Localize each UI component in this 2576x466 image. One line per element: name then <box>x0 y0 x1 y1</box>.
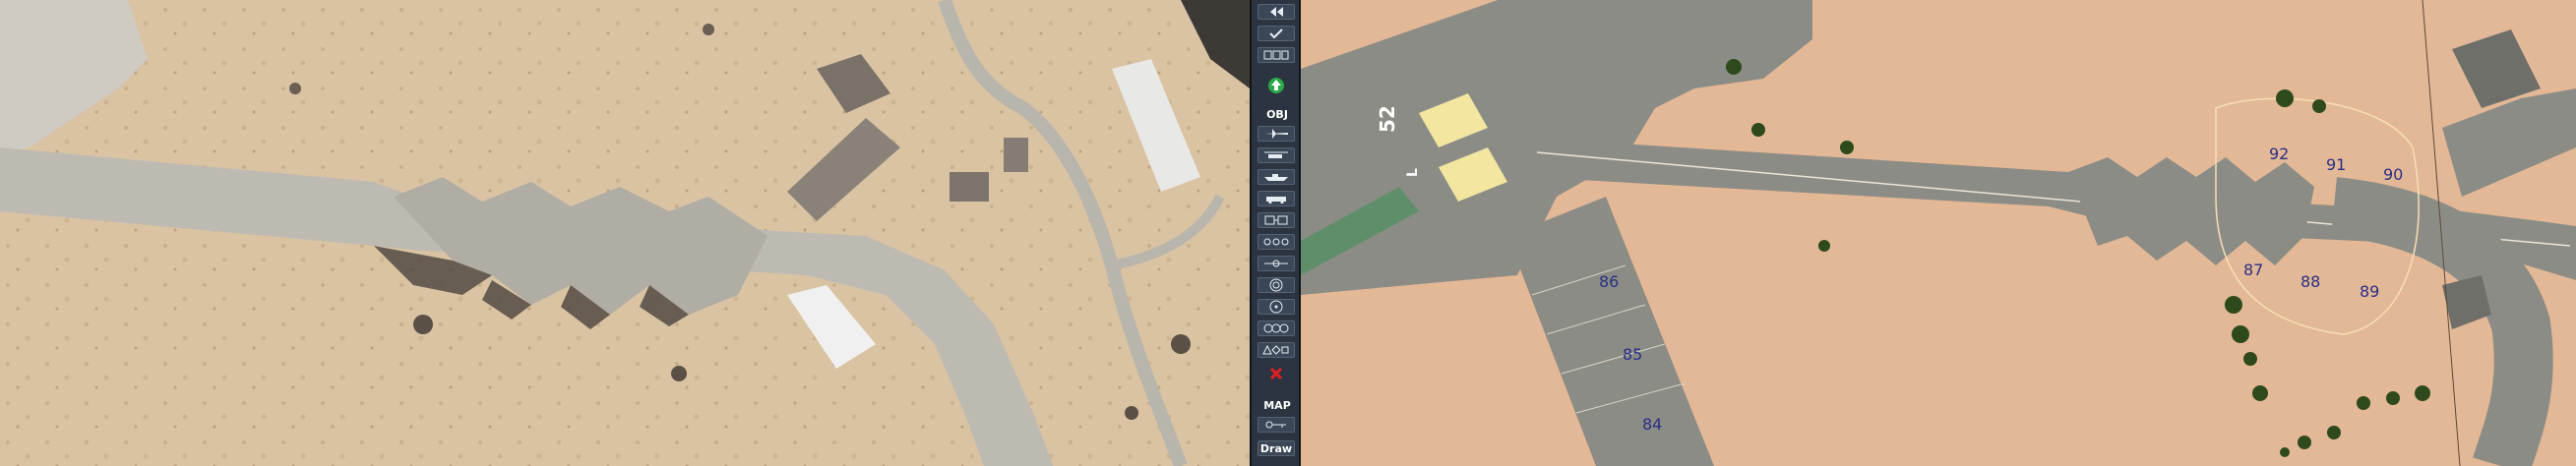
waypoint-icon <box>1264 260 1288 267</box>
up-arrow-icon <box>1268 78 1284 93</box>
add-ship-button[interactable] <box>1257 169 1295 185</box>
delete-icon <box>1270 368 1282 379</box>
map-section-label: MAP <box>1263 399 1291 412</box>
parking-spot-label: 89 <box>2360 282 2379 301</box>
target-ring-icon <box>1269 278 1283 292</box>
circle-dot-icon <box>1269 300 1283 314</box>
draw-button[interactable]: Draw <box>1257 440 1295 456</box>
editor-toolbar: OBJ MAP Draw <box>1250 0 1301 466</box>
parking-spot-label: 85 <box>1623 345 1642 364</box>
parking-spot-label: 92 <box>2269 145 2289 163</box>
add-helicopter-button[interactable] <box>1257 147 1295 163</box>
add-point-button[interactable] <box>1257 299 1295 315</box>
upload-button[interactable] <box>1257 75 1295 96</box>
add-vehicle-button[interactable] <box>1257 191 1295 206</box>
key-icon <box>1265 421 1286 429</box>
parking-spot-label: 86 <box>1599 272 1619 291</box>
checkmark-icon <box>1269 29 1283 38</box>
vehicle-icon <box>1266 197 1286 204</box>
parking-spot-label: 90 <box>2383 165 2403 184</box>
triple-circle-icon <box>1263 323 1289 333</box>
rewind-icon <box>1270 7 1283 17</box>
obj-section-label: OBJ <box>1266 108 1288 121</box>
rewind-button[interactable] <box>1257 4 1295 20</box>
confirm-button[interactable] <box>1257 26 1295 41</box>
parking-spot-label: 84 <box>1642 415 1662 434</box>
shapes-icon <box>1262 345 1289 355</box>
convoy-icon <box>1263 238 1289 246</box>
grid-button[interactable] <box>1257 47 1295 63</box>
add-building-button[interactable] <box>1257 212 1295 228</box>
building-icon <box>1264 215 1288 225</box>
add-zone-button[interactable] <box>1257 277 1295 293</box>
grid-icon <box>1263 50 1289 60</box>
parking-spot-label: 88 <box>2300 272 2320 291</box>
runway-designator: 52 <box>1376 105 1399 133</box>
airfield-map-view[interactable]: 52 L 92 91 90 87 88 89 86 85 84 <box>1301 0 2576 466</box>
key-button[interactable] <box>1257 417 1295 433</box>
add-convoy-button[interactable] <box>1257 234 1295 250</box>
add-group-zone-button[interactable] <box>1257 320 1295 336</box>
parking-spot-label: 91 <box>2326 155 2346 174</box>
satellite-imagery-view[interactable] <box>0 0 1250 466</box>
runway-side-letter: L <box>1405 168 1421 177</box>
add-aircraft-button[interactable] <box>1257 126 1295 142</box>
building <box>950 172 989 202</box>
parking-spot-label: 87 <box>2243 261 2263 279</box>
delete-button[interactable] <box>1257 366 1295 381</box>
add-waypoint-button[interactable] <box>1257 256 1295 271</box>
shapes-button[interactable] <box>1257 342 1295 358</box>
aircraft-icon <box>1264 129 1288 139</box>
ship-icon <box>1264 174 1288 181</box>
helicopter-icon <box>1264 151 1288 158</box>
